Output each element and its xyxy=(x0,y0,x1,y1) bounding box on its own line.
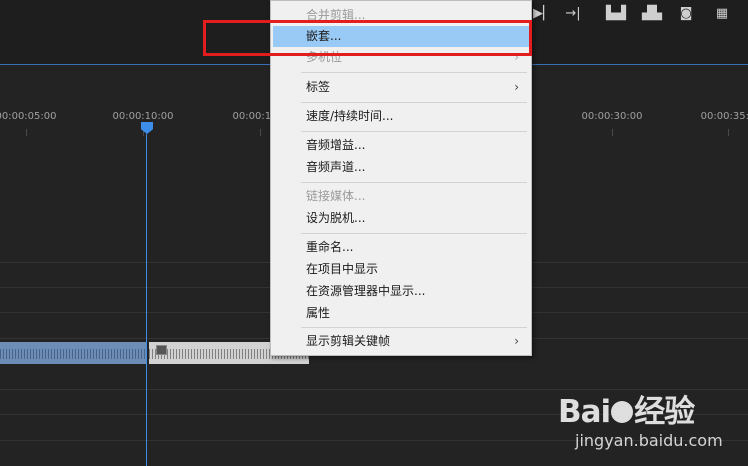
timecode-label: 00:00:10:00 xyxy=(112,111,174,122)
menu-item-label: 链接媒体... xyxy=(306,189,366,203)
menu-separator xyxy=(301,182,527,183)
lift-icon[interactable]: ▙▟ xyxy=(605,6,627,22)
clip-fx-icon xyxy=(156,345,167,355)
menu-separator xyxy=(301,327,527,328)
menu-item-label: 音频声道... xyxy=(306,160,366,174)
ruler-tick xyxy=(612,129,613,136)
paw-icon xyxy=(611,401,634,423)
timecode-label: 00:00:30:00 xyxy=(581,111,643,122)
track-divider xyxy=(0,440,748,441)
menu-item-label: 属性 xyxy=(306,306,331,320)
menu-item-reveal-in-project[interactable]: 在项目中显示 xyxy=(273,259,529,280)
insert-icon[interactable]: →| xyxy=(565,6,581,22)
baidu-jingyan-watermark: Bai 经验 jingyan.baidu.com xyxy=(558,386,743,458)
extract-icon[interactable]: ▟▙ xyxy=(641,6,663,22)
step-forward-icon[interactable]: ▶▏ xyxy=(533,6,553,22)
menu-item-speed-duration[interactable]: 速度/持续时间... xyxy=(273,106,529,127)
watermark-logo-left: Bai xyxy=(558,394,611,430)
menu-item-label-submenu[interactable]: 标签 › xyxy=(273,77,529,98)
menu-item-label: 在项目中显示 xyxy=(306,262,379,276)
submenu-arrow-icon: › xyxy=(514,334,519,348)
menu-item-reveal-in-explorer[interactable]: 在资源管理器中显示... xyxy=(273,281,529,302)
watermark-logo-right: 经验 xyxy=(634,394,695,430)
annotation-highlight-box xyxy=(203,20,532,56)
audio-waveform xyxy=(0,349,147,359)
playhead-line xyxy=(146,134,147,466)
menu-item-audio-gain[interactable]: 音频增益... xyxy=(273,135,529,156)
menu-item-label: 重命名... xyxy=(306,240,354,254)
timecode-label: 00:00:35:0 xyxy=(700,111,748,122)
track-divider xyxy=(0,389,748,390)
menu-item-audio-channels[interactable]: 音频声道... xyxy=(273,157,529,178)
menu-item-label: 设为脱机... xyxy=(306,211,366,225)
track-divider xyxy=(0,414,748,415)
menu-item-label: 显示剪辑关键帧 xyxy=(306,334,391,348)
menu-separator xyxy=(301,131,527,132)
menu-item-properties[interactable]: 属性 xyxy=(273,303,529,324)
menu-item-label: 标签 xyxy=(306,80,331,94)
watermark-logo: Bai 经验 xyxy=(558,386,695,431)
menu-item-label: 音频增益... xyxy=(306,138,366,152)
menu-item-link-media[interactable]: 链接媒体... xyxy=(273,186,529,207)
menu-item-label: 在资源管理器中显示... xyxy=(306,284,426,298)
ruler-tick xyxy=(260,129,261,136)
menu-item-label: 速度/持续时间... xyxy=(306,109,394,123)
timecode-label: 00:00:05:00 xyxy=(0,111,57,122)
ruler-tick xyxy=(728,129,729,136)
menu-separator xyxy=(301,72,527,73)
multicam-icon[interactable]: ▦ xyxy=(712,6,732,22)
menu-separator xyxy=(301,102,527,103)
menu-item-show-clip-keyframes[interactable]: 显示剪辑关键帧 › xyxy=(273,331,529,352)
ruler-tick xyxy=(26,129,27,136)
menu-separator xyxy=(301,233,527,234)
menu-item-make-offline[interactable]: 设为脱机... xyxy=(273,208,529,229)
camera-icon[interactable]: ◙ xyxy=(678,6,694,22)
audio-clip[interactable] xyxy=(0,342,147,364)
menu-item-rename[interactable]: 重命名... xyxy=(273,237,529,258)
submenu-arrow-icon: › xyxy=(514,80,519,94)
